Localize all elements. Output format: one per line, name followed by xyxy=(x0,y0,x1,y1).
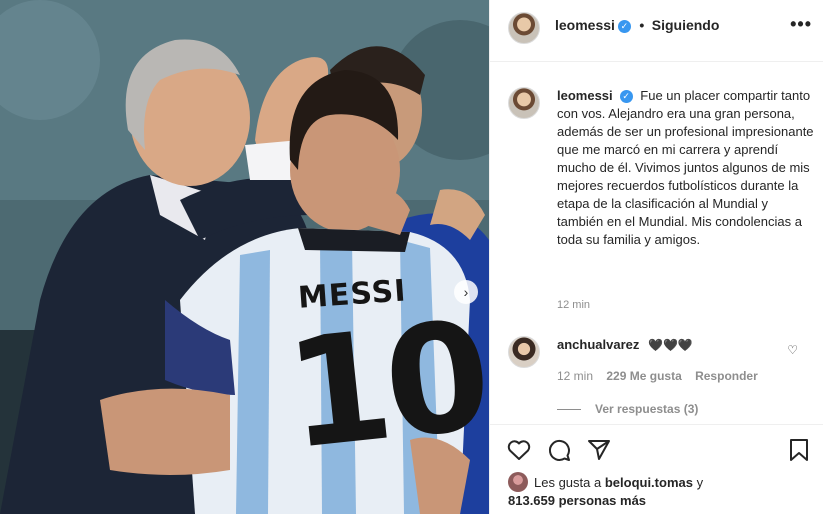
follow-separator: • xyxy=(639,17,645,33)
view-replies-label: Ver respuestas (3) xyxy=(595,402,699,416)
post-actions: Les gusta a beloqui.tomas y 813.659 pers… xyxy=(490,424,823,514)
likes-prefix: Les gusta a xyxy=(534,475,602,490)
author-avatar[interactable] xyxy=(508,12,540,44)
liker-avatar[interactable] xyxy=(508,472,528,492)
view-replies-button[interactable]: Ver respuestas (3) xyxy=(557,402,698,416)
author-username[interactable]: leomessi xyxy=(555,17,615,33)
comment-timestamp[interactable]: 12 min xyxy=(557,369,593,383)
jersey-number: 10 xyxy=(278,289,489,484)
comment-like-heart-icon[interactable]: ♡ xyxy=(787,343,798,357)
comment-body: 🖤🖤🖤 xyxy=(648,338,693,352)
likes-conjunction: y xyxy=(696,475,704,490)
verified-badge-icon: ✓ xyxy=(617,20,631,33)
post-details-panel: leomessi ✓ • Siguiendo ••• leomessi ✓ Fue … xyxy=(489,0,823,514)
replies-divider xyxy=(557,409,581,411)
post-photo[interactable]: MESSI 10 › xyxy=(0,0,489,514)
commenter-username[interactable]: anchualvarez xyxy=(557,337,639,352)
share-icon[interactable] xyxy=(586,437,612,463)
comments-section: leomessi ✓ Fue un placer compartir tanto … xyxy=(490,62,823,424)
bookmark-icon[interactable] xyxy=(786,437,812,463)
heart-icon[interactable] xyxy=(506,437,532,463)
comment-likes-count[interactable]: 229 Me gusta xyxy=(606,369,681,383)
next-arrow-icon[interactable]: › xyxy=(454,280,478,304)
caption-avatar[interactable] xyxy=(508,87,540,119)
caption-timestamp[interactable]: 12 min xyxy=(557,299,590,311)
more-icon[interactable]: ••• xyxy=(790,14,812,35)
caption-body: Fue un placer compartir tanto con vos. A… xyxy=(557,88,814,247)
comment-text: anchualvarez 🖤🖤🖤 xyxy=(557,337,693,352)
caption-username[interactable]: leomessi xyxy=(557,88,613,103)
caption-text: leomessi ✓ Fue un placer compartir tanto … xyxy=(557,87,817,249)
author-row: leomessi ✓ • Siguiendo xyxy=(555,17,719,35)
verified-badge-icon: ✓ xyxy=(619,90,633,103)
reply-button[interactable]: Responder xyxy=(695,369,758,383)
likes-summary: Les gusta a beloqui.tomas y 813.659 pers… xyxy=(508,472,703,510)
post-header: leomessi ✓ • Siguiendo ••• xyxy=(490,0,823,62)
following-button[interactable]: Siguiendo xyxy=(652,17,720,33)
comment-meta: 12 min 229 Me gusta Responder xyxy=(557,369,768,383)
comment-icon[interactable] xyxy=(546,437,572,463)
commenter-avatar[interactable] xyxy=(508,336,540,368)
liker-username[interactable]: beloqui.tomas xyxy=(605,475,693,490)
likes-count-button[interactable]: 813.659 personas más xyxy=(508,492,703,510)
